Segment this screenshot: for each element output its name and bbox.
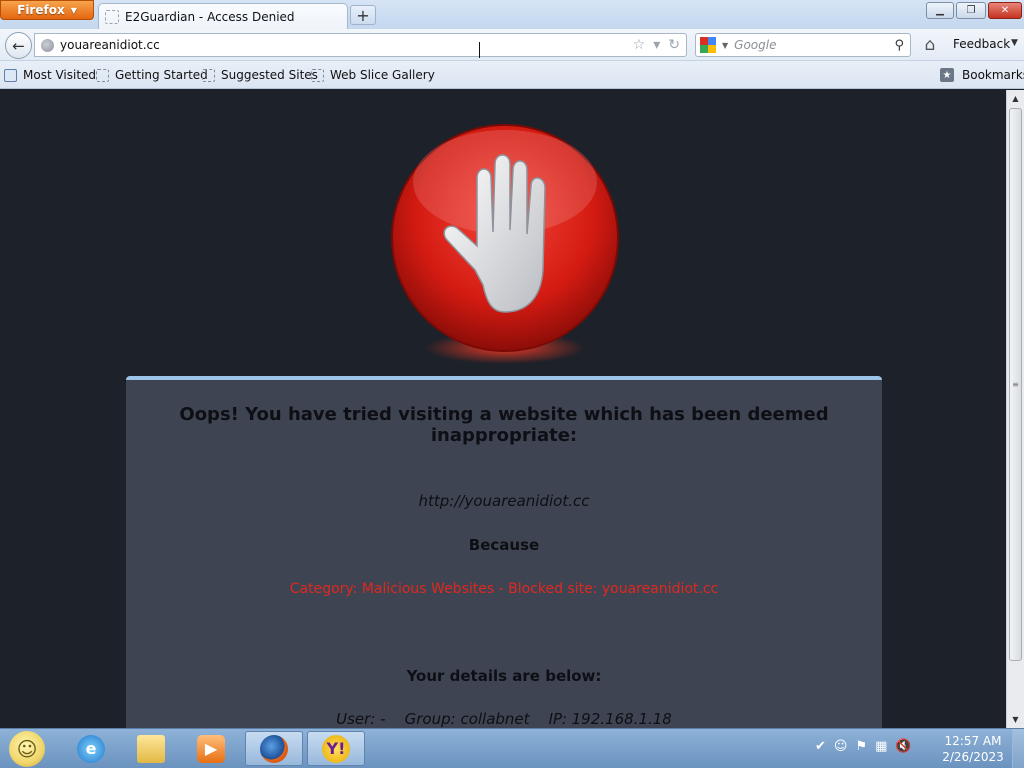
google-icon[interactable] bbox=[700, 37, 716, 53]
blocked-url: http://youareanidiot.cc bbox=[418, 492, 590, 510]
page-title: Oops! You have tried visiting a website … bbox=[179, 404, 829, 446]
volume-muted-icon[interactable]: 🔇 bbox=[895, 739, 911, 754]
close-button[interactable]: ✕ bbox=[988, 2, 1022, 19]
vertical-scrollbar[interactable]: ▲ ≡ ▼ bbox=[1006, 90, 1024, 728]
minimize-button[interactable]: ▁ bbox=[926, 2, 954, 19]
history-dropdown-icon[interactable]: ▾ bbox=[653, 37, 660, 53]
clock[interactable]: 12:57 AM 2/26/2023 bbox=[940, 733, 1006, 765]
start-orb-icon: ☺ bbox=[9, 731, 45, 767]
start-button[interactable]: ☺ bbox=[5, 730, 49, 768]
restore-icon: ❐ bbox=[966, 5, 976, 16]
bookmark-star-icon[interactable]: ☆ bbox=[633, 37, 646, 53]
chevron-down-icon: ▼ bbox=[70, 5, 77, 15]
taskbar: ☺ e ▶ Y! ✔ ☺ ⚑ ▦ 🔇 12:57 AM 2/26/2023 bbox=[0, 728, 1024, 768]
because-label: Because bbox=[468, 536, 540, 554]
network-icon[interactable]: ▦ bbox=[875, 739, 887, 754]
tab-title: E2Guardian - Access Denied bbox=[125, 9, 295, 24]
firefox-menu-label: Firefox bbox=[17, 3, 65, 17]
bookmark-suggested-sites[interactable]: Suggested Sites bbox=[202, 68, 318, 82]
user-details: User: - Group: collabnet IP: 192.168.1.1… bbox=[336, 710, 672, 728]
minimize-icon: ▁ bbox=[936, 5, 944, 16]
media-player-icon: ▶ bbox=[197, 734, 225, 763]
chevron-down-icon[interactable]: ▼ bbox=[1011, 38, 1018, 48]
smiley-icon[interactable]: ☺ bbox=[834, 739, 848, 754]
reload-icon[interactable]: ↻ bbox=[668, 37, 680, 53]
details-heading: Your details are below: bbox=[406, 667, 602, 685]
restore-button[interactable]: ❐ bbox=[956, 2, 986, 19]
back-arrow-icon: ← bbox=[12, 36, 25, 55]
security-shield-icon[interactable]: ✔ bbox=[815, 739, 826, 754]
page-favicon-icon bbox=[96, 68, 109, 82]
stop-hand-icon bbox=[391, 124, 619, 364]
close-icon: ✕ bbox=[1000, 5, 1010, 16]
page-favicon-icon bbox=[311, 68, 324, 82]
globe-icon bbox=[41, 38, 54, 52]
yahoo-messenger-icon: Y! bbox=[322, 734, 350, 763]
page-favicon-icon bbox=[105, 9, 119, 24]
taskbar-windows-explorer[interactable] bbox=[122, 731, 180, 766]
taskbar-internet-explorer[interactable]: e bbox=[62, 731, 120, 766]
text-cursor bbox=[479, 42, 485, 58]
firefox-icon bbox=[260, 734, 288, 763]
scrollbar-thumb[interactable]: ≡ bbox=[1009, 108, 1022, 661]
home-icon[interactable]: ⌂ bbox=[920, 35, 940, 55]
clock-time: 12:57 AM bbox=[944, 734, 1002, 748]
bookmark-most-visited[interactable]: Most Visited bbox=[4, 68, 96, 82]
access-denied-panel: Oops! You have tried visiting a website … bbox=[126, 376, 882, 728]
search-engine-dropdown-icon[interactable]: ▼ bbox=[722, 41, 728, 50]
feedback-button[interactable]: Feedback bbox=[953, 37, 1010, 51]
bookmarks-star-icon[interactable]: ★ bbox=[940, 68, 954, 82]
taskbar-yahoo-messenger[interactable]: Y! bbox=[307, 731, 365, 766]
block-reason: Category: Malicious Websites - Blocked s… bbox=[289, 581, 719, 597]
bookmark-web-slice-gallery[interactable]: Web Slice Gallery bbox=[311, 68, 435, 82]
grip-icon: ≡ bbox=[1012, 380, 1019, 389]
tab-access-denied[interactable]: E2Guardian - Access Denied bbox=[98, 3, 348, 29]
internet-explorer-icon: e bbox=[77, 734, 105, 763]
taskbar-media-player[interactable]: ▶ bbox=[182, 731, 240, 766]
scroll-up-icon[interactable]: ▲ bbox=[1007, 90, 1024, 107]
bookmark-getting-started[interactable]: Getting Started bbox=[96, 68, 208, 82]
search-bar[interactable]: ▼ Google ⚲ bbox=[695, 33, 911, 57]
taskbar-firefox[interactable] bbox=[245, 731, 303, 766]
bookmarks-toolbar: Most Visited Getting Started Suggested S… bbox=[0, 61, 1024, 89]
navigation-bar: ← youareanidiot.cc ☆ ▾ ↻ ▼ Google ⚲ ⌂ Fe… bbox=[0, 29, 1024, 61]
search-input[interactable]: Google bbox=[734, 38, 888, 52]
back-button[interactable]: ← bbox=[5, 32, 32, 59]
most-visited-icon bbox=[4, 68, 17, 82]
folder-icon bbox=[137, 734, 165, 763]
bookmark-label: Most Visited bbox=[23, 68, 97, 82]
bookmark-label: Suggested Sites bbox=[221, 68, 318, 82]
clock-date: 2/26/2023 bbox=[942, 750, 1004, 764]
scroll-down-icon[interactable]: ▼ bbox=[1007, 711, 1024, 728]
bookmark-label: Getting Started bbox=[115, 68, 208, 82]
title-bar: Firefox ▼ E2Guardian - Access Denied + ▁… bbox=[0, 0, 1024, 29]
page-favicon-icon bbox=[202, 68, 215, 82]
firefox-menu-button[interactable]: Firefox ▼ bbox=[0, 0, 94, 20]
show-desktop-button[interactable] bbox=[1012, 729, 1024, 768]
page-content: Oops! You have tried visiting a website … bbox=[0, 90, 1006, 728]
new-tab-button[interactable]: + bbox=[350, 5, 376, 25]
system-tray: ✔ ☺ ⚑ ▦ 🔇 bbox=[815, 739, 912, 754]
bookmark-label: Web Slice Gallery bbox=[330, 68, 435, 82]
address-bar[interactable]: youareanidiot.cc ☆ ▾ ↻ bbox=[34, 33, 687, 57]
action-center-flag-icon[interactable]: ⚑ bbox=[855, 739, 867, 754]
url-text[interactable]: youareanidiot.cc bbox=[60, 38, 160, 52]
search-icon[interactable]: ⚲ bbox=[894, 38, 904, 53]
bookmarks-menu-button[interactable]: Bookmarks bbox=[962, 68, 1024, 82]
